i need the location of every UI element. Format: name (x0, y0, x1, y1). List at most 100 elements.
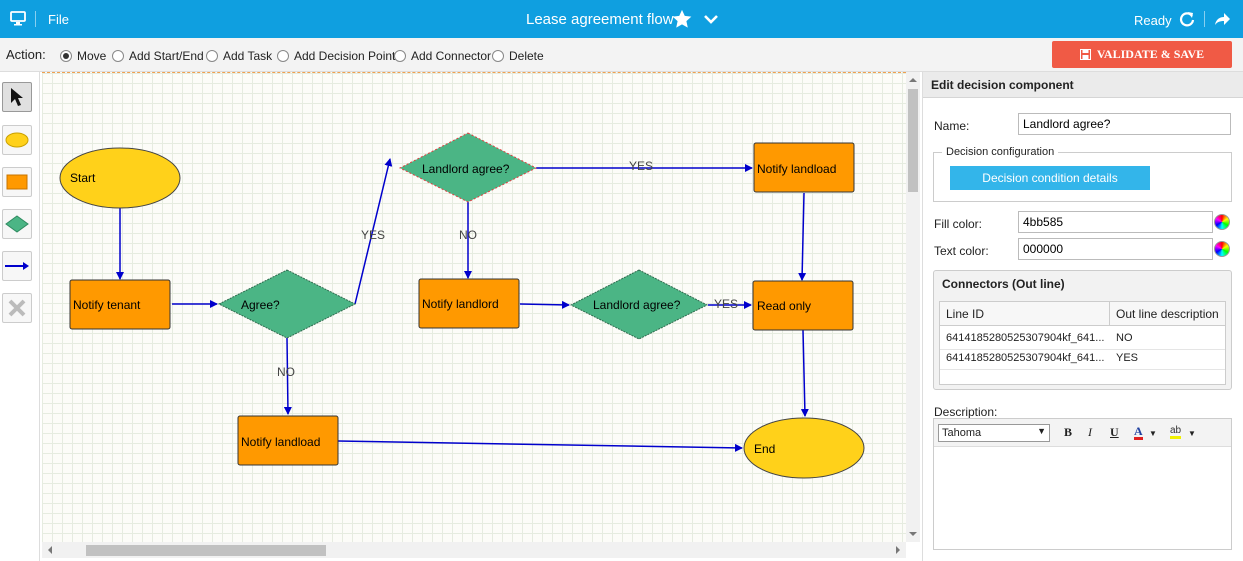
node-label: Read only (757, 299, 811, 313)
radio-label: Add Connector (411, 49, 492, 63)
font-color-button[interactable]: A (1134, 425, 1143, 440)
start-end-tool[interactable] (2, 125, 32, 155)
edge-label-landlord1-no: NO (459, 228, 477, 242)
action-add-decision-point[interactable]: Add Decision Point (277, 49, 395, 63)
monitor-icon[interactable] (10, 11, 26, 29)
share-icon[interactable] (1213, 11, 1231, 30)
action-add-start-end[interactable]: Add Start/End (112, 49, 204, 63)
chevron-down-icon[interactable] (703, 12, 719, 29)
font-value: Tahoma (942, 427, 982, 439)
line-id-cell: 6414185280525307904kf_641... (946, 332, 1105, 344)
connector-notify-to-landlord2[interactable] (519, 300, 570, 309)
radio-button[interactable] (206, 50, 218, 62)
node-notify-tenant[interactable]: Notify tenant (69, 279, 171, 330)
scroll-up-icon[interactable] (906, 74, 920, 86)
node-end[interactable]: End (743, 417, 865, 479)
column-header-description[interactable]: Out line description (1110, 302, 1225, 326)
connector-notify-to-end[interactable] (337, 440, 743, 452)
radio-label: Delete (509, 49, 544, 63)
node-agree-decision[interactable]: Agree? (217, 269, 357, 339)
scroll-right-icon[interactable] (892, 542, 904, 558)
font-color-dropdown-icon[interactable]: ▼ (1149, 429, 1157, 438)
top-bar: File Lease agreement flow Ready (0, 0, 1243, 38)
radio-button[interactable] (112, 50, 124, 62)
action-delete[interactable]: Delete (492, 49, 544, 63)
italic-button[interactable]: I (1088, 425, 1092, 440)
ellipse-icon (5, 132, 29, 148)
highlight-button[interactable]: ab (1170, 425, 1182, 439)
validate-save-button[interactable]: VALIDATE & SAVE (1052, 41, 1232, 68)
font-select[interactable]: Tahoma ▼ (938, 424, 1050, 442)
description-cell: YES (1116, 352, 1139, 364)
connector-tool[interactable] (2, 251, 32, 281)
radio-label: Move (77, 49, 107, 63)
underline-button[interactable]: U (1110, 425, 1119, 440)
connector-readonly-to-end[interactable] (800, 329, 809, 417)
task-tool[interactable] (2, 167, 32, 197)
node-start[interactable]: Start (59, 147, 181, 209)
color-wheel-icon[interactable] (1214, 214, 1230, 230)
rectangle-icon (6, 174, 28, 190)
node-label: Agree? (241, 298, 280, 312)
node-notify-landlord-mid[interactable]: Notify landlord (418, 278, 520, 329)
save-icon (1079, 49, 1091, 60)
column-header-line-id[interactable]: Line ID (940, 302, 1110, 326)
shape-toolbox (0, 72, 40, 561)
vertical-scrollbar[interactable] (906, 72, 920, 542)
panel-header: Edit decision component (923, 72, 1243, 98)
node-label: Notify landload (241, 435, 320, 449)
node-notify-landlord-bottom[interactable]: Notify landload (237, 415, 339, 466)
decision-condition-button[interactable]: Decision condition details (950, 166, 1150, 190)
horizontal-scrollbar[interactable] (42, 542, 906, 558)
edge-label-landlord2-yes: YES (714, 297, 738, 311)
text-color-label: Text color: (934, 244, 989, 258)
node-read-only[interactable]: Read only (752, 280, 854, 331)
dropdown-arrow-icon: ▼ (1037, 426, 1046, 436)
node-label: Notify landlord (422, 297, 499, 311)
radio-label: Add Start/End (129, 49, 204, 63)
connector-notify-to-readonly[interactable] (798, 192, 807, 281)
name-input[interactable] (1018, 113, 1231, 135)
file-menu[interactable]: File (48, 12, 69, 27)
decision-configuration-group: Decision configuration Decision conditio… (933, 146, 1232, 202)
cursor-icon (11, 88, 23, 106)
scroll-down-icon[interactable] (906, 528, 920, 540)
diagram-canvas[interactable]: YES YES NO NO YES Start Notify tenant Ag… (42, 72, 906, 542)
color-wheel-icon[interactable] (1214, 241, 1230, 257)
node-landlord-agree-2[interactable]: Landlord agree? (569, 269, 709, 340)
connectors-table: Line ID Out line description 64141852805… (939, 301, 1226, 385)
connectors-title: Connectors (Out line) (942, 277, 1065, 291)
node-label: End (754, 442, 775, 456)
description-label: Description: (934, 405, 998, 419)
properties-panel: Edit decision component Name: Decision c… (922, 72, 1243, 561)
close-icon (8, 299, 26, 317)
text-color-input[interactable] (1018, 238, 1213, 260)
decision-tool[interactable] (2, 209, 32, 239)
divider (35, 11, 36, 27)
validate-save-label: VALIDATE & SAVE (1096, 47, 1205, 61)
action-add-connector[interactable]: Add Connector (394, 49, 491, 63)
star-icon[interactable] (671, 8, 693, 33)
scrollbar-thumb[interactable] (908, 89, 918, 192)
pointer-tool[interactable] (2, 82, 32, 112)
radio-button[interactable] (394, 50, 406, 62)
bold-button[interactable]: B (1064, 425, 1072, 440)
scrollbar-thumb[interactable] (86, 545, 326, 556)
scroll-left-icon[interactable] (44, 542, 56, 558)
radio-button[interactable] (492, 50, 504, 62)
edge-label-agree-yes: YES (361, 228, 385, 242)
fill-color-input[interactable] (1018, 211, 1213, 233)
description-text-area[interactable] (934, 447, 1231, 549)
action-move[interactable]: Move (60, 49, 106, 63)
node-landlord-agree-selected[interactable]: Landlord agree? (398, 132, 538, 203)
delete-tool[interactable] (2, 293, 32, 323)
node-notify-landlord-top[interactable]: Notify landload (753, 142, 855, 193)
node-label: Start (70, 171, 96, 185)
name-label: Name: (934, 119, 970, 133)
decision-configuration-legend: Decision configuration (942, 146, 1059, 158)
action-add-task[interactable]: Add Task (206, 49, 272, 63)
highlight-dropdown-icon[interactable]: ▼ (1188, 429, 1196, 438)
radio-button[interactable] (277, 50, 289, 62)
refresh-icon[interactable] (1179, 11, 1195, 30)
radio-button[interactable] (60, 50, 72, 62)
